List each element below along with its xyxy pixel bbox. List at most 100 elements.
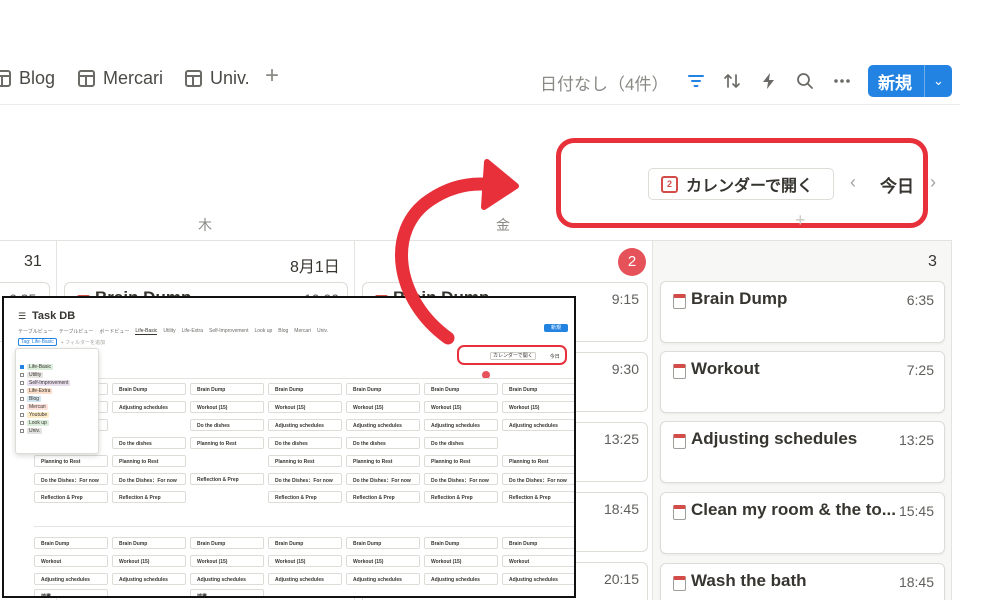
inset-tab: Look up (254, 328, 273, 334)
checkbox-icon (20, 421, 24, 425)
view-tab-bar: Blog Mercari Univ. + 日付なし（4件） 新規 ⌄ (0, 60, 1000, 104)
inset-dropdown-item: Mercari (16, 403, 98, 411)
inset-page-title: Task DB (32, 310, 76, 322)
new-button[interactable]: 新規 ⌄ (868, 65, 952, 97)
new-button-label: 新規 (878, 73, 912, 93)
sort-icon[interactable] (722, 71, 742, 91)
event-title: Wash the bath (691, 571, 807, 590)
event-title: Workout (691, 359, 760, 378)
tag-label: Univ. (27, 428, 43, 434)
tab-label: Univ. (210, 68, 250, 88)
checkbox-icon (20, 381, 24, 385)
page-icon (673, 576, 686, 591)
event-card[interactable]: Clean my room & the to... 15:45 (660, 492, 945, 554)
highlight-box (556, 138, 928, 228)
inset-tab: テーブルビュー (18, 329, 53, 335)
add-view-icon[interactable]: + (265, 62, 279, 90)
divider (0, 104, 960, 105)
weekday-fri: 金 (496, 217, 510, 233)
weekday-thu: 木 (198, 217, 212, 233)
tag-label: Life-Basic (27, 364, 53, 370)
inset-highlight-box (457, 345, 567, 365)
inset-tab: Life-Extra (181, 328, 204, 334)
add-icon[interactable]: + (795, 210, 806, 231)
checkbox-icon (20, 397, 24, 401)
chevron-right-icon[interactable]: › (930, 172, 936, 193)
event-time: 13:25 (603, 431, 639, 447)
inset-tab: Utility (163, 328, 176, 334)
checkbox-icon (20, 413, 24, 417)
event-title: Brain Dump (691, 289, 788, 308)
inset-dropdown-item: Life-Basic (16, 363, 98, 371)
filter-icon[interactable] (686, 71, 706, 91)
event-time: 20:15 (603, 571, 639, 587)
lightning-icon[interactable] (760, 71, 778, 91)
page-icon (673, 505, 686, 520)
event-title: Clean my room & the to... (691, 500, 896, 519)
checkbox-icon (20, 429, 24, 433)
tab-univ[interactable]: Univ. (185, 68, 250, 89)
inset-dropdown-item: Blog (16, 395, 98, 403)
table-icon (185, 70, 202, 87)
list-icon: ☰ (18, 311, 27, 321)
day-number: 31 (24, 253, 42, 270)
inset-week-row: Brain Dump Brain Dump Brain Dump Brain D… (34, 526, 574, 596)
event-time: 9:15 (611, 291, 639, 307)
tag-label: Life-Extra (27, 388, 53, 394)
inset-tab-bar: テーブルビュー テーブルビュー ボードビュー Life-Basic Utilit… (18, 328, 328, 335)
more-icon[interactable] (832, 73, 852, 89)
event-time: 6:35 (906, 292, 934, 308)
tag-label: Self-Improvement (27, 380, 71, 386)
checkbox-icon (20, 373, 24, 377)
page-icon (673, 364, 686, 379)
tab-label: Mercari (103, 68, 164, 88)
page-icon (673, 434, 686, 449)
event-title: Adjusting schedules (691, 429, 858, 448)
today-badge: 2 (618, 248, 646, 276)
tag-label: Mercari (27, 404, 48, 410)
tab-blog[interactable]: Blog (0, 68, 55, 89)
event-time: 13:25 (898, 432, 934, 448)
event-card[interactable]: Workout 7:25 (660, 351, 945, 413)
inset-tab: ボードビュー (99, 329, 130, 335)
inset-screenshot: ☰ Task DB テーブルビュー テーブルビュー ボードビュー Life-Ba… (2, 296, 576, 598)
inset-dropdown-item: Life-Extra (16, 387, 98, 395)
table-icon (78, 70, 95, 87)
checkbox-icon (20, 389, 24, 393)
event-time: 18:45 (603, 501, 639, 517)
event-card[interactable]: Brain Dump 6:35 (660, 281, 945, 343)
table-icon (0, 70, 11, 87)
inset-tab: Life-Basic (135, 328, 158, 335)
event-time: 9:30 (611, 361, 639, 377)
day-number: 8月1日 (290, 259, 340, 276)
tag-label: Blog (27, 396, 42, 402)
inset-tab: Univ. (316, 328, 328, 334)
checkbox-icon (20, 365, 24, 369)
chevron-down-icon[interactable]: ⌄ (925, 73, 952, 89)
inset-tab: Mercari (294, 328, 311, 334)
inset-week-row: Brain Dump Brain Dump Brain Dump Brain D… (34, 378, 574, 526)
inset-dropdown-item: Youtube (16, 411, 98, 419)
event-time: 15:45 (898, 503, 934, 519)
search-icon[interactable] (795, 71, 815, 91)
checkbox-icon (20, 405, 24, 409)
event-card[interactable]: Wash the bath 18:45 (660, 563, 945, 600)
inset-tab: テーブルビュー (58, 329, 94, 335)
tab-mercari[interactable]: Mercari (78, 68, 163, 89)
inset-dropdown-item: Self-Improvement (16, 379, 98, 387)
inset-add-filter: + フィルターを追加 (60, 339, 106, 346)
event-card[interactable]: Adjusting schedules 13:25 (660, 421, 945, 483)
inset-tag-dropdown: Life-Basic Utility Self-Improvement Life-Ex… (15, 348, 99, 454)
inset-dropdown-item: Univ. (16, 427, 98, 435)
inset-new-button: 新規 (544, 324, 568, 332)
inset-dropdown-item: Utility (16, 371, 98, 379)
event-time: 7:25 (906, 362, 934, 378)
tag-label: Youtube (27, 412, 50, 418)
inset-filter-bar: Tag: Life-Basic + フィルターを追加 (18, 338, 105, 346)
inset-filter-chip: Tag: Life-Basic (18, 338, 57, 346)
inset-tab: Self-Improvement (209, 328, 249, 334)
inset-dropdown-item: Look up (16, 419, 98, 427)
event-time: 18:45 (898, 574, 934, 590)
no-date-count[interactable]: 日付なし（4件） (540, 70, 668, 95)
day-number: 3 (928, 253, 937, 270)
